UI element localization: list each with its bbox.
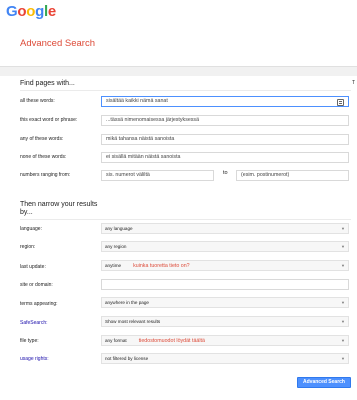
last-update-select[interactable]: anytime kuinka tuoretta tieto on? ▼	[101, 260, 349, 271]
advanced-search-button[interactable]: Advanced Search	[297, 377, 351, 388]
range-from-value: sis. numerot väliltä	[106, 172, 150, 178]
exact-phrase-input[interactable]: ...tässä nimenomaisessa järjestyksessä	[101, 115, 349, 126]
logo-letter-e: e	[47, 3, 56, 20]
logo-letter-g2: g	[35, 3, 44, 20]
top-bar: Google	[0, 0, 357, 26]
chevron-down-icon: ▼	[341, 226, 345, 231]
language-select[interactable]: any language ▼	[101, 223, 349, 234]
site-domain-label: site or domain:	[20, 282, 53, 288]
range-to-input[interactable]: (esim. postinumerot)	[236, 170, 349, 181]
region-label: region:	[20, 244, 36, 250]
site-domain-input[interactable]	[101, 279, 349, 290]
chevron-down-icon: ▼	[341, 338, 345, 343]
chevron-down-icon: ▼	[341, 319, 345, 324]
range-to-label: to	[223, 170, 228, 176]
terms-appearing-label: terms appearing:	[20, 301, 58, 307]
none-words-input[interactable]: ei sisällä mitään näistä sanoista	[101, 152, 349, 163]
exact-phrase-value: ...tässä nimenomaisessa järjestyksessä	[106, 117, 200, 123]
last-update-label: last update:	[20, 264, 46, 270]
last-update-value: anytime	[105, 263, 122, 268]
terms-appearing-value: anywhere in the page	[105, 300, 149, 305]
chevron-down-icon: ▼	[341, 244, 345, 249]
any-words-value: mikä tahansa näistä sanoista	[106, 136, 175, 142]
keyboard-icon[interactable]	[337, 99, 344, 106]
usage-rights-value: not filtered by license	[105, 356, 149, 361]
last-update-note: kuinka tuoretta tieto on?	[133, 263, 190, 269]
number-range-label: numbers ranging from:	[20, 172, 71, 178]
google-logo[interactable]: Google	[6, 3, 56, 20]
page-header: Advanced Search	[0, 26, 357, 67]
file-type-select[interactable]: any format tiedostomuodot löydät täältä ▼	[101, 335, 349, 346]
safesearch-select[interactable]: Show most relevant results ▼	[101, 316, 349, 327]
usage-rights-link[interactable]: usage rights:	[20, 356, 49, 362]
exact-phrase-label: this exact word or phrase:	[20, 117, 78, 123]
logo-letter-o1: o	[17, 3, 27, 20]
chevron-down-icon: ▼	[341, 300, 345, 305]
any-words-input[interactable]: mikä tahansa näistä sanoista	[101, 134, 349, 145]
file-type-value: any format	[105, 338, 127, 343]
help-marker: T	[352, 80, 356, 86]
terms-appearing-select[interactable]: anywhere in the page ▼	[101, 297, 349, 308]
none-words-label: none of these words:	[20, 154, 67, 160]
range-to-value: (esim. postinumerot)	[241, 172, 290, 178]
language-value: any language	[105, 226, 133, 231]
file-type-label: file type:	[20, 338, 39, 344]
file-type-note: tiedostomuodot löydät täältä	[138, 338, 205, 344]
narrow-section-title: Then narrow your results	[20, 201, 98, 208]
all-words-input[interactable]: sisältää kaikki nämä sanat	[101, 96, 349, 107]
chevron-down-icon: ▼	[341, 356, 345, 361]
divider	[20, 219, 351, 220]
usage-rights-select[interactable]: not filtered by license ▼	[101, 353, 349, 364]
logo-letter-o2: o	[26, 3, 36, 20]
region-select[interactable]: any region ▼	[101, 241, 349, 252]
safesearch-value: Show most relevant results	[105, 319, 161, 324]
safesearch-link[interactable]: SafeSearch:	[20, 320, 48, 326]
chevron-down-icon: ▼	[341, 263, 345, 268]
none-words-value: ei sisällä mitään näistä sanoista	[106, 154, 181, 160]
any-words-label: any of these words:	[20, 136, 64, 142]
page-title: Advanced Search	[20, 38, 95, 49]
all-words-label: all these words:	[20, 98, 55, 104]
narrow-section-title-line2: by...	[20, 209, 33, 216]
find-section-title: Find pages with...	[20, 80, 75, 87]
logo-letter-g: G	[6, 3, 18, 20]
region-value: any region	[105, 244, 127, 249]
language-label: language:	[20, 226, 42, 232]
all-words-value: sisältää kaikki nämä sanat	[106, 98, 168, 104]
range-from-input[interactable]: sis. numerot väliltä	[101, 170, 214, 181]
divider	[20, 90, 351, 91]
